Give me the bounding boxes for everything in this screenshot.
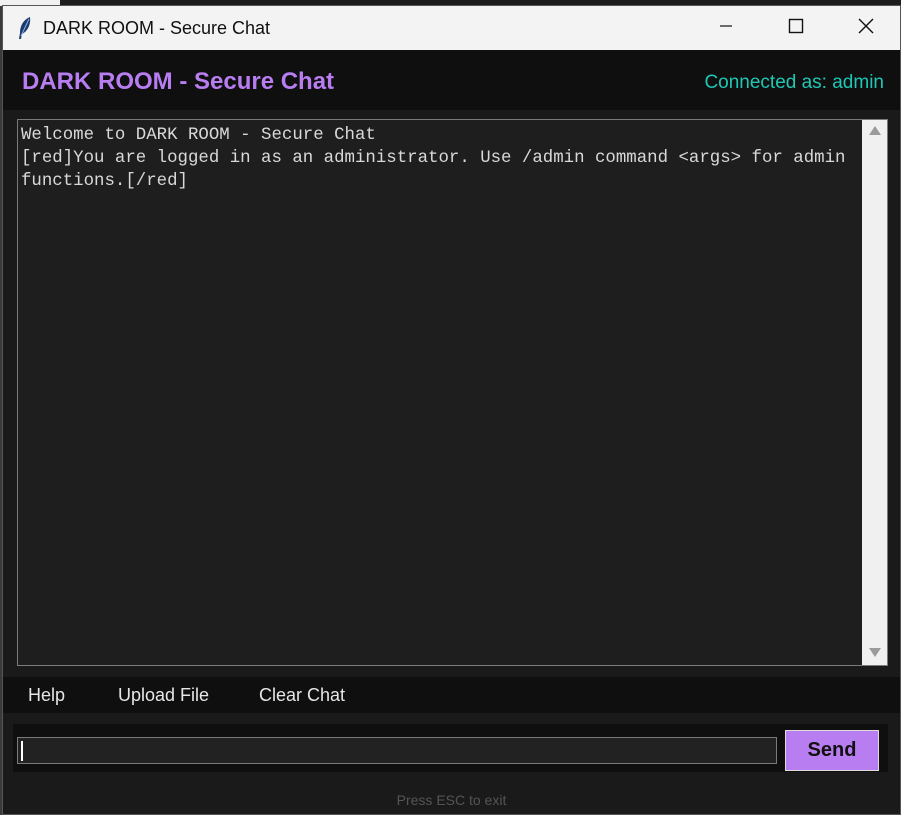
text-cursor <box>21 741 23 761</box>
app-title: DARK ROOM - Secure Chat <box>22 68 335 95</box>
window-title: DARK ROOM - Secure Chat <box>43 18 271 38</box>
maximize-button[interactable] <box>761 6 831 50</box>
composer: Send <box>13 724 888 772</box>
clear-chat-button[interactable]: Clear Chat <box>259 685 345 706</box>
title-bar[interactable]: DARK ROOM - Secure Chat <box>3 6 900 50</box>
chat-display[interactable]: Welcome to DARK ROOM - Secure Chat [red]Y… <box>17 119 888 666</box>
close-button[interactable] <box>831 6 901 50</box>
send-button[interactable]: Send <box>785 730 879 771</box>
minimize-button[interactable] <box>691 6 761 50</box>
maximize-icon <box>788 18 804 39</box>
chat-scrollbar[interactable] <box>862 120 887 665</box>
help-button[interactable]: Help <box>28 685 65 706</box>
scroll-down-icon[interactable] <box>869 648 881 657</box>
chat-message: Welcome to DARK ROOM - Secure Chat <box>21 126 376 145</box>
chat-log[interactable]: Welcome to DARK ROOM - Secure Chat [red]Y… <box>21 124 861 662</box>
footer-hint: Press ESC to exit <box>396 792 507 808</box>
feather-icon <box>17 16 33 40</box>
close-icon <box>858 18 874 39</box>
chat-toolbar: Help Upload File Clear Chat <box>3 677 900 713</box>
message-input[interactable] <box>17 737 777 764</box>
app-header: DARK ROOM - Secure Chat Connected as: ad… <box>3 50 900 110</box>
connection-status: Connected as: admin <box>704 72 884 93</box>
chat-message: [red]You are logged in as an administrat… <box>21 149 856 191</box>
scroll-up-icon[interactable] <box>869 126 881 135</box>
minimize-icon <box>719 19 733 38</box>
upload-file-button[interactable]: Upload File <box>118 685 209 706</box>
chat-window: DARK ROOM - Secure Chat DARK ROOM - Secu… <box>2 5 901 815</box>
